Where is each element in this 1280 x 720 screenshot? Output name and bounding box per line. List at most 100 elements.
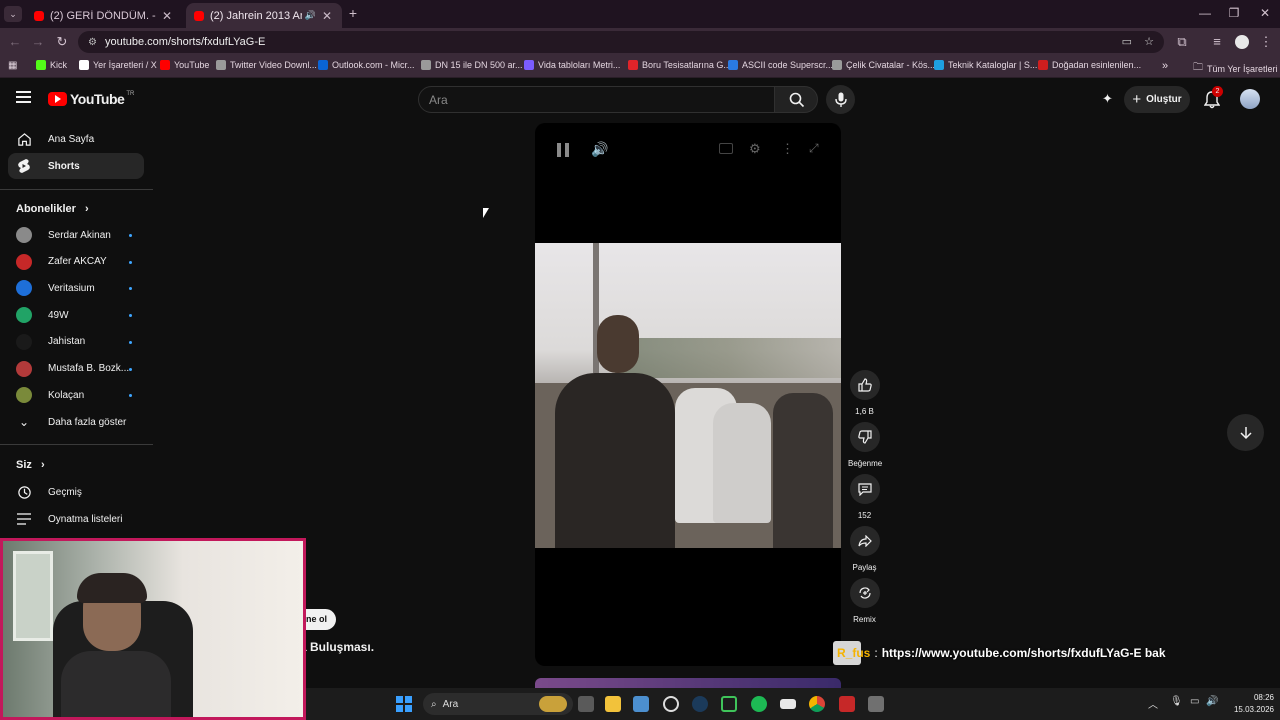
app-icon[interactable] [633,696,649,712]
shorts-video-player[interactable]: 🔊 ⚙ ⋮ ⤢ [535,123,841,666]
star-icon[interactable]: ☆ [1144,35,1154,48]
like-action[interactable]: 1,6 B [848,370,881,416]
bookmark-item[interactable]: Twitter Video Downl... [216,60,317,70]
network-icon[interactable]: ▭ [1190,696,1199,707]
sidebar-item-shorts[interactable]: Shorts [8,153,144,179]
close-tab-icon[interactable]: ✕ [160,9,174,23]
close-window-icon[interactable]: ✕ [1250,6,1280,20]
browser-tab-1[interactable]: (2) GERİ DÖNDÜM. - YouTube ✕ [26,3,182,28]
sidebar-item-playlists[interactable]: Oynatma listeleri [8,506,144,532]
task-view-icon[interactable] [578,696,594,712]
calculator-icon[interactable] [868,696,884,712]
volume-icon[interactable]: 🔊 [1206,696,1218,707]
dislike-action[interactable]: Beğenme [848,422,882,468]
sidebar-item-home[interactable]: Ana Sayfa [8,126,144,152]
taskbar-search[interactable]: ⌕ Ara [423,693,573,715]
app-icon[interactable] [839,696,855,712]
media-control-icon[interactable]: ≡ [1208,34,1226,49]
pause-icon[interactable] [557,143,569,157]
address-bar[interactable]: ⚙ youtube.com/shorts/fxdufLYaG-E ▭ ☆ [78,31,1164,53]
hamburger-menu-icon[interactable] [16,91,31,103]
tray-chevron-icon[interactable]: ︿ [1148,696,1158,711]
remix-button[interactable] [849,578,880,608]
sidebar-item-history[interactable]: Geçmiş [8,479,144,505]
share-action[interactable]: Paylaş [848,526,881,572]
settings-icon[interactable]: ⚙ [749,141,761,157]
close-tab-icon[interactable]: ✕ [320,9,334,23]
windows-start-icon[interactable] [396,696,412,712]
sidebar-item-subscription[interactable]: Zafer AKCAY [8,249,144,275]
back-icon[interactable]: ← [6,34,24,49]
bookmark-item[interactable]: Kick [36,60,67,70]
more-options-icon[interactable]: ⋮ [781,141,794,157]
shorts-upload-icon[interactable]: ✦ [1102,91,1113,107]
you-heading[interactable]: Siz › [16,459,45,471]
search-button[interactable] [774,86,818,113]
apps-icon[interactable]: ▦ [8,60,17,71]
sidebar-item-subscription[interactable]: Jahistan [8,329,144,355]
notifications-button[interactable]: 2 [1202,86,1223,109]
app-icon[interactable] [721,696,737,712]
clock[interactable]: 08:26 15.03.2026 [1224,692,1274,716]
create-button[interactable]: + Oluştur [1124,86,1190,113]
more-bookmarks-icon[interactable]: » [1162,60,1168,72]
dislike-button[interactable] [849,422,880,452]
bookmark-item[interactable]: DN 15 ile DN 500 ar... [421,60,523,70]
like-button[interactable] [849,370,880,400]
chrome-icon[interactable] [809,696,825,712]
bookmark-item[interactable]: Teknik Kataloglar | S... [934,60,1037,70]
forward-icon[interactable]: → [29,34,47,49]
tab-search-button[interactable]: ⌄ [4,6,22,22]
sidebar-item-subscription[interactable]: Serdar Akinan [8,222,144,248]
app-icon[interactable] [663,696,679,712]
minimize-icon[interactable]: — [1190,6,1220,20]
steam-icon[interactable] [692,696,708,712]
next-short-button[interactable] [1227,414,1264,451]
bookmark-item[interactable]: Boru Tesisatlarına G... [628,60,731,70]
speaker-icon[interactable]: 🔊 [305,10,316,21]
bookmark-item[interactable]: Çelik Civatalar - Kös... [832,60,935,70]
bookmark-item[interactable]: Vida tabloları Metri... [524,60,620,70]
bookmark-label: Twitter Video Downl... [230,60,317,70]
bookmark-item[interactable]: Yer İşaretleri / X [79,60,157,70]
subscriptions-heading[interactable]: Abonelikler › [16,203,89,215]
youtube-logo[interactable]: YouTube TR [48,91,134,107]
search-input[interactable]: Ara [418,86,775,113]
captions-icon[interactable] [719,143,733,154]
app-icon[interactable] [780,699,796,709]
voice-search-button[interactable] [826,85,855,114]
profile-avatar[interactable] [1235,35,1249,49]
sidebar-item-subscription[interactable]: Mustafa B. Bozk... [8,356,144,382]
browser-tab-2[interactable]: (2) Jahrein 2013 Antalya Bu 🔊 ✕ [186,3,342,28]
account-avatar[interactable] [1240,89,1260,109]
site-info-icon[interactable]: ⚙ [88,37,97,48]
bookmark-item[interactable]: YouTube [160,60,209,70]
reload-icon[interactable]: ↻ [53,34,71,50]
spotify-icon[interactable] [751,696,767,712]
comments-action[interactable]: 152 [848,474,881,520]
tray-mic-icon[interactable]: 🎙 [1170,696,1183,707]
bookmark-item[interactable]: Doğadan esinlenilen... [1038,60,1141,70]
next-video-thumbnail[interactable] [535,678,841,688]
remix-action[interactable]: Remix [848,578,881,624]
bookmark-favicon-icon [318,60,328,70]
comments-button[interactable] [849,474,880,504]
fullscreen-icon[interactable]: ⤢ [809,141,819,156]
new-tab-button[interactable]: + [346,5,360,21]
share-button[interactable] [849,526,880,556]
install-icon[interactable]: ▭ [1122,35,1132,48]
extensions-icon[interactable]: ⧉ [1173,34,1191,50]
file-explorer-icon[interactable] [605,696,621,712]
sidebar-item-subscription[interactable]: Kolaçan [8,382,144,408]
sidebar-item-subscription[interactable]: 49W [8,302,144,328]
sidebar-item-subscription[interactable]: Veritasium [8,275,144,301]
menu-icon[interactable]: ⋮ [1257,34,1275,50]
chevron-right-icon: › [40,459,45,471]
bookmark-item[interactable]: ASCII code Superscr... [728,60,833,70]
bookmark-item[interactable]: Outlook.com - Micr... [318,60,415,70]
sidebar-item-show-more[interactable]: ⌄ Daha fazla göster [8,409,144,435]
bookmark-favicon-icon [79,60,89,70]
all-bookmarks-folder[interactable]: 🗀 Tüm Yer İşaretleri [1193,60,1278,77]
volume-icon[interactable]: 🔊 [591,141,608,158]
restore-icon[interactable]: ❐ [1219,6,1249,20]
